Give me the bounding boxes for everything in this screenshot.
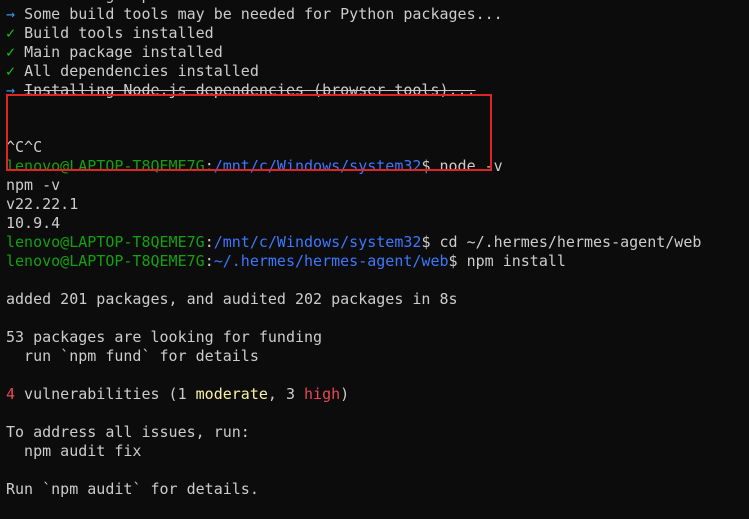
terminal-text-segment: npm -v [6, 176, 61, 194]
terminal-text-segment: lenovo@LAPTOP-T8QEME7G [6, 252, 205, 270]
terminal-line: 4 vulnerabilities (1 moderate, 3 high) [6, 385, 749, 404]
terminal-text-segment: v22.22.1 [6, 195, 79, 213]
terminal-text-segment: To address all issues, run: [6, 423, 250, 441]
terminal-text-segment: ~/.hermes/hermes-agent/web [213, 252, 449, 270]
terminal-line: → Some build tools may be needed for Pyt… [6, 5, 749, 24]
terminal-text-segment: Run `npm audit` for details. [6, 480, 259, 498]
terminal-line: To address all issues, run: [6, 423, 749, 442]
terminal-text-segment: lenovo@LAPTOP-T8QEME7G [6, 157, 205, 175]
terminal-text-segment: run `npm fund` for details [6, 347, 259, 365]
terminal-text-segment: Installing Node.js dependencies (browser… [24, 81, 476, 99]
terminal-line: Run `npm audit` for details. [6, 480, 749, 499]
terminal-text-segment: ✓ [6, 24, 25, 42]
terminal-text-segment: /mnt/c/Windows/system32 [213, 233, 422, 251]
terminal-text-segment: ✓ [6, 43, 25, 61]
terminal-text-segment: 4 [6, 385, 16, 403]
terminal-text-segment: → [6, 5, 25, 23]
terminal-text-segment: : [204, 252, 214, 270]
terminal-text-segment: lenovo@LAPTOP-T8QEME7G [6, 233, 205, 251]
terminal-text-segment: ✓ [6, 0, 24, 4]
terminal-text-segment: 10.9.4 [6, 214, 61, 232]
terminal-text-segment: , 3 [267, 385, 305, 403]
terminal-text-segment: moderate [195, 385, 268, 403]
terminal-line: lenovo@LAPTOP-T8QEME7G:/mnt/c/Windows/sy… [6, 157, 749, 176]
terminal-text-segment: ^C^C [6, 138, 43, 156]
terminal-line: lenovo@LAPTOP-T8QEME7G:~/.hermes/hermes-… [6, 252, 749, 271]
terminal-line: ✓ All dependencies installed [6, 62, 749, 81]
terminal-line: run `npm fund` for details [6, 347, 749, 366]
terminal-window[interactable]: ✓ Installing dependencies...→ Some build… [0, 0, 749, 519]
terminal-line: 53 packages are looking for funding [6, 328, 749, 347]
terminal-text-segment: → [6, 81, 25, 99]
terminal-text-segment: All dependencies installed [24, 62, 259, 80]
terminal-line: npm audit fix [6, 442, 749, 461]
terminal-line: v22.22.1 [6, 195, 749, 214]
terminal-text-segment: 53 packages are looking for funding [6, 328, 323, 346]
terminal-text-segment: /mnt/c/Windows/system32 [213, 157, 422, 175]
terminal-line: added 201 packages, and audited 202 pack… [6, 290, 749, 309]
terminal-line: 10.9.4 [6, 214, 749, 233]
terminal-line: lenovo@LAPTOP-T8QEME7G:/mnt/c/Windows/sy… [6, 233, 749, 252]
terminal-output: ✓ Installing dependencies...→ Some build… [6, 0, 749, 499]
terminal-text-segment: Main package installed [24, 43, 223, 61]
terminal-line: npm -v [6, 176, 749, 195]
terminal-text-segment: ✓ [6, 62, 25, 80]
terminal-text-segment: Some build tools may be needed for Pytho… [24, 5, 503, 23]
terminal-line: ^C^C [6, 138, 749, 157]
terminal-text-segment: $ cd ~/.hermes/hermes-agent/web [421, 233, 702, 251]
terminal-text-segment: vulnerabilities (1 [15, 385, 196, 403]
terminal-text-segment: Build tools installed [24, 24, 214, 42]
terminal-text-segment: $ npm install [448, 252, 566, 270]
terminal-text-segment: added 201 packages, and audited 202 pack… [6, 290, 458, 308]
terminal-text-segment: ) [340, 385, 350, 403]
terminal-line: → Installing Node.js dependencies (brows… [6, 81, 749, 100]
terminal-text-segment: npm audit fix [6, 442, 142, 460]
terminal-text-segment: : [204, 157, 214, 175]
terminal-line: ✓ Build tools installed [6, 24, 749, 43]
terminal-text-segment: Installing dependencies... [24, 0, 259, 4]
terminal-line: ✓ Main package installed [6, 43, 749, 62]
terminal-text-segment: high [304, 385, 341, 403]
terminal-text-segment: $ node -v [421, 157, 503, 175]
terminal-text-segment: : [204, 233, 214, 251]
